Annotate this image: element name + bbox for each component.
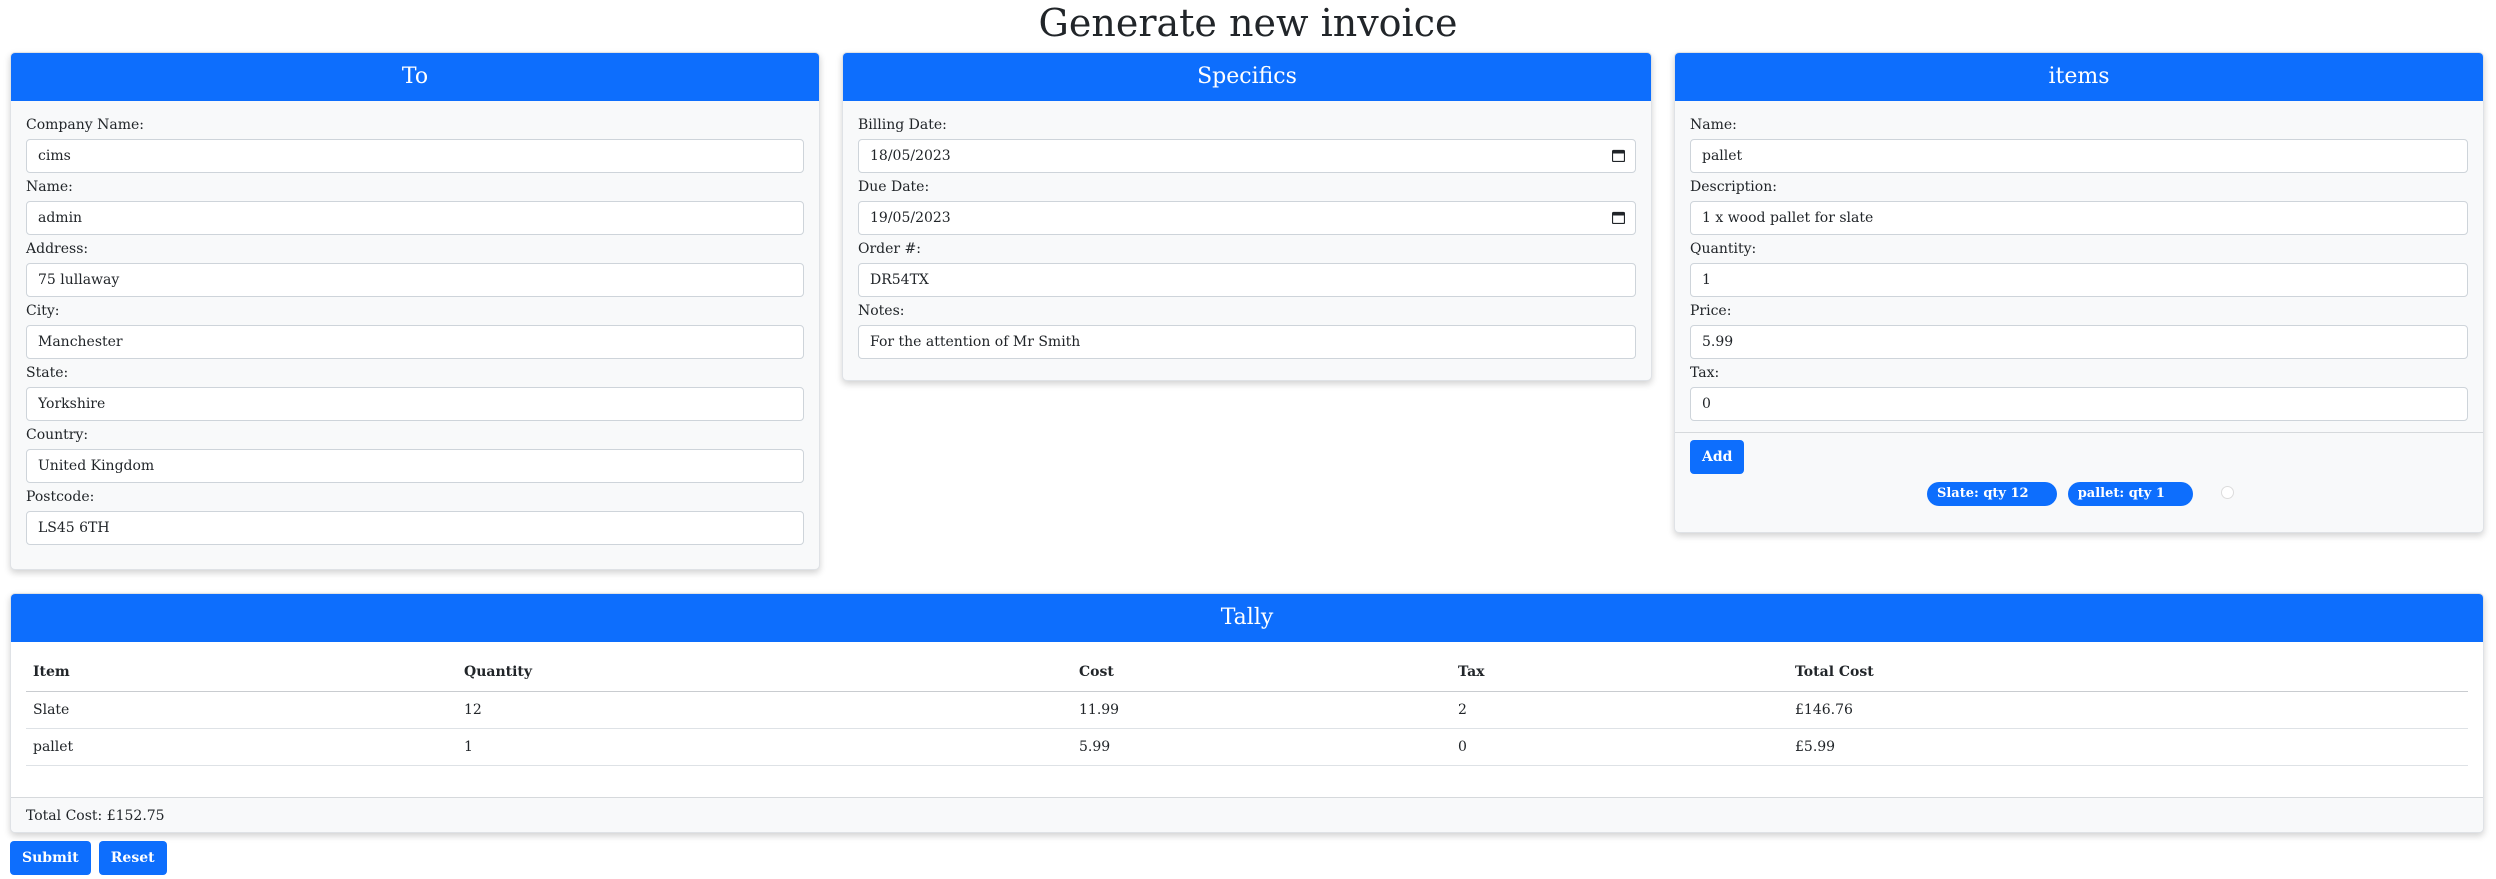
- column-header-total-cost: Total Cost: [1788, 654, 2468, 692]
- order-number-input[interactable]: [858, 263, 1636, 297]
- table-row: Slate 12 11.99 2 £146.76: [26, 691, 2468, 729]
- item-pill[interactable]: pallet: qty 1: [2067, 482, 2193, 506]
- items-card: items Name: Description: Quantity: Price…: [1674, 52, 2484, 533]
- order-number-label: Order #:: [858, 241, 922, 257]
- items-card-footer: Add Slate: qty 12 pallet: qty 1: [1675, 432, 2483, 518]
- notes-input[interactable]: [858, 325, 1636, 359]
- billing-date-wrap: [858, 139, 1636, 173]
- notes-label: Notes:: [858, 303, 905, 319]
- cell-quantity: 1: [457, 728, 1072, 766]
- reset-button[interactable]: Reset: [98, 841, 167, 875]
- calendar-icon[interactable]: [1612, 149, 1625, 162]
- item-name-input[interactable]: [1690, 139, 2468, 173]
- form-actions: Submit Reset: [10, 841, 170, 875]
- calendar-icon[interactable]: [1612, 211, 1625, 224]
- postcode-input[interactable]: [26, 511, 804, 545]
- cell-cost: 5.99: [1072, 728, 1451, 766]
- table-row: pallet 1 5.99 0 £5.99: [26, 728, 2468, 766]
- state-label: State:: [26, 365, 69, 381]
- country-label: Country:: [26, 427, 89, 443]
- submit-button[interactable]: Submit: [10, 841, 91, 875]
- to-card-body: Company Name: Name: Address: City: State…: [11, 101, 819, 545]
- address-label: Address:: [26, 241, 89, 257]
- to-card-header: To: [11, 53, 819, 101]
- item-tax-label: Tax:: [1690, 365, 1720, 381]
- item-price-label: Price:: [1690, 303, 1732, 319]
- name-label: Name:: [26, 179, 73, 195]
- column-header-cost: Cost: [1072, 654, 1451, 692]
- column-header-tax: Tax: [1451, 654, 1788, 692]
- item-tax-input[interactable]: [1690, 387, 2468, 421]
- cell-tax: 0: [1451, 728, 1788, 766]
- column-header-item: Item: [26, 654, 457, 692]
- billing-date-input[interactable]: [858, 139, 1636, 173]
- tally-total: Total Cost: £152.75: [11, 797, 2483, 832]
- due-date-wrap: [858, 201, 1636, 235]
- item-pills: Slate: qty 12 pallet: qty 1: [1690, 482, 2468, 508]
- to-card: To Company Name: Name: Address: City: St…: [10, 52, 820, 570]
- cell-cost: 11.99: [1072, 691, 1451, 729]
- item-description-label: Description:: [1690, 179, 1777, 195]
- item-name-label: Name:: [1690, 117, 1737, 133]
- cell-total-cost: £5.99: [1788, 728, 2468, 766]
- tally-table: Item Quantity Cost Tax Total Cost Slate …: [26, 654, 2468, 766]
- company-name-input[interactable]: [26, 139, 804, 173]
- table-header-row: Item Quantity Cost Tax Total Cost: [26, 654, 2468, 692]
- company-name-label: Company Name:: [26, 117, 144, 133]
- city-label: City:: [26, 303, 60, 319]
- tally-card-header: Tally: [11, 594, 2483, 642]
- tally-card: Tally Item Quantity Cost Tax Total Cost …: [10, 593, 2484, 833]
- cell-quantity: 12: [457, 691, 1072, 729]
- name-input[interactable]: [26, 201, 804, 235]
- item-quantity-label: Quantity:: [1690, 241, 1757, 257]
- postcode-label: Postcode:: [26, 489, 95, 505]
- due-date-label: Due Date:: [858, 179, 930, 195]
- loading-circle-icon: [2221, 486, 2235, 499]
- billing-date-label: Billing Date:: [858, 117, 947, 133]
- items-card-body: Name: Description: Quantity: Price: Tax:: [1675, 101, 2483, 432]
- cell-item: Slate: [26, 691, 457, 729]
- country-input[interactable]: [26, 449, 804, 483]
- column-header-quantity: Quantity: [457, 654, 1072, 692]
- specifics-card: Specifics Billing Date: Due Date: Order …: [842, 52, 1652, 381]
- cell-item: pallet: [26, 728, 457, 766]
- item-price-input[interactable]: [1690, 325, 2468, 359]
- specifics-card-header: Specifics: [843, 53, 1651, 101]
- tally-body: Item Quantity Cost Tax Total Cost Slate …: [11, 642, 2483, 797]
- city-input[interactable]: [26, 325, 804, 359]
- item-description-input[interactable]: [1690, 201, 2468, 235]
- cell-total-cost: £146.76: [1788, 691, 2468, 729]
- item-pill[interactable]: Slate: qty 12: [1926, 482, 2057, 506]
- page-title: Generate new invoice: [1038, 1, 1458, 45]
- items-card-header: items: [1675, 53, 2483, 101]
- item-quantity-input[interactable]: [1690, 263, 2468, 297]
- specifics-card-body: Billing Date: Due Date: Order #: Notes:: [843, 101, 1651, 359]
- state-input[interactable]: [26, 387, 804, 421]
- add-item-button[interactable]: Add: [1690, 440, 1745, 474]
- cell-tax: 2: [1451, 691, 1788, 729]
- due-date-input[interactable]: [858, 201, 1636, 235]
- address-input[interactable]: [26, 263, 804, 297]
